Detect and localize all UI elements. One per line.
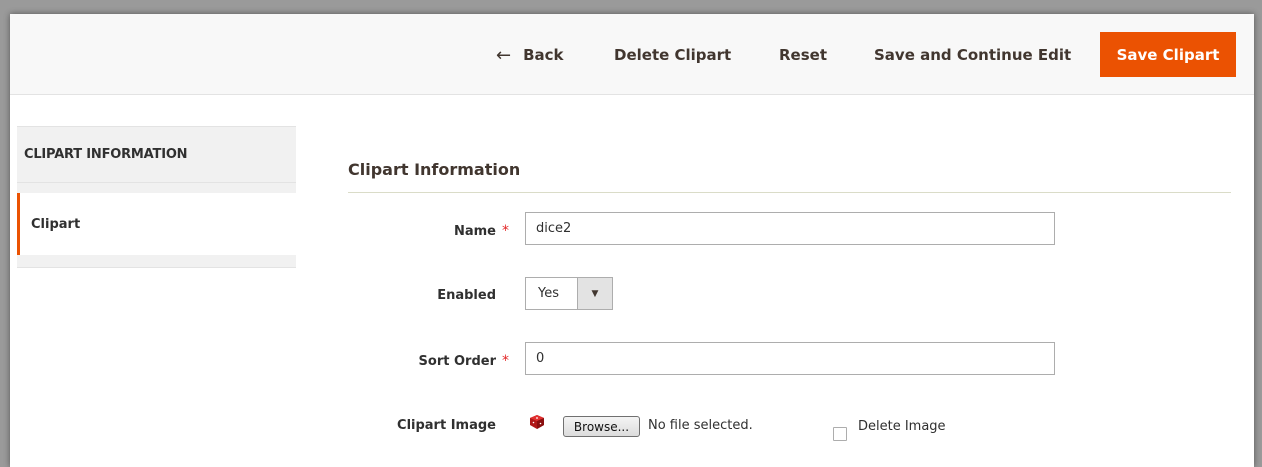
sidebar-divider [17,255,296,268]
reset-label: Reset [779,46,827,64]
sidebar: CLIPART INFORMATION Clipart [17,126,296,268]
enabled-select[interactable]: Yes ▼ [525,277,613,310]
sort-order-input[interactable]: 0 [525,342,1055,375]
delete-clipart-label: Delete Clipart [614,46,732,64]
delete-clipart-button[interactable]: Delete Clipart [614,32,731,78]
sidebar-item-clipart[interactable]: Clipart [17,193,296,255]
enabled-label: Enabled [437,288,496,303]
reset-button[interactable]: Reset [779,32,827,78]
clipart-image-label: Clipart Image [397,418,496,433]
save-clipart-label: Save Clipart [1116,45,1220,64]
dice-icon [530,415,544,429]
browse-button[interactable]: Browse... [563,416,640,437]
sort-order-label: Sort Order [418,354,496,369]
page-frame: ← Back Delete Clipart Reset Save and Con… [10,14,1254,467]
required-marker: * [502,223,509,239]
sidebar-item-label: Clipart [31,216,81,232]
name-input[interactable]: dice2 [525,212,1055,245]
back-button-label: Back [523,46,564,64]
sidebar-title: CLIPART INFORMATION [17,126,296,183]
delete-image-label[interactable]: Delete Image [858,419,946,434]
required-marker: * [502,353,509,369]
name-label: Name [453,224,496,239]
back-button[interactable]: ← Back [496,32,564,78]
save-and-continue-label: Save and Continue Edit [874,46,1072,64]
page-actions-bar: ← Back Delete Clipart Reset Save and Con… [10,14,1254,95]
file-status-text: No file selected. [648,418,753,433]
delete-image-checkbox[interactable] [833,427,847,441]
save-and-continue-button[interactable]: Save and Continue Edit [874,32,1071,78]
arrow-left-icon: ← [496,44,512,66]
section-divider [348,192,1231,193]
caret-down-icon: ▼ [577,278,612,309]
enabled-select-value: Yes [538,286,559,301]
section-title: Clipart Information [348,160,521,179]
save-clipart-button[interactable]: Save Clipart [1100,32,1236,77]
sidebar-divider [17,183,296,193]
